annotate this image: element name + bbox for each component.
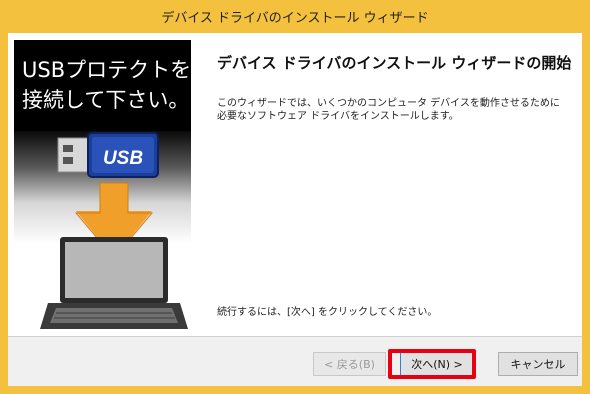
usb-label: USB	[103, 148, 143, 169]
description-line-2: 必要なソフトウェア ドライバをインストールします。	[217, 111, 459, 122]
window-title: デバイス ドライバのインストール ウィザード	[161, 11, 429, 26]
description-line-1: このウィザードでは、いくつかのコンピュータ デバイスを動作させるために	[217, 98, 560, 109]
laptop-icon	[40, 237, 188, 329]
wizard-content: USBプロテクトを 接続して下さい。 USB デバイス ドライバのインストール …	[8, 33, 582, 336]
wizard-main-panel: デバイス ドライバのインストール ウィザードの開始 このウィザードでは、いくつか…	[191, 33, 582, 336]
title-bar: デバイス ドライバのインストール ウィザード	[0, 0, 590, 33]
usb-laptop-illustration: USB	[40, 132, 188, 329]
back-button[interactable]: < 戻る(B)	[313, 352, 386, 376]
next-button[interactable]: 次へ(N) >	[400, 352, 474, 376]
usb-stick-icon: USB	[57, 132, 159, 178]
wizard-description: このウィザードでは、いくつかのコンピュータ デバイスを動作させるために 必要なソ…	[217, 97, 567, 123]
continue-instruction: 続行するには、[次へ] をクリックしてください。	[217, 307, 438, 318]
wizard-banner: USBプロテクトを 接続して下さい。 USB	[8, 33, 191, 336]
button-bar: < 戻る(B) 次へ(N) > キャンセル	[8, 336, 582, 386]
page-title: デバイス ドライバのインストール ウィザードの開始	[217, 54, 572, 72]
installer-window: デバイス ドライバのインストール ウィザード USBプロテクトを 接続して下さい…	[0, 0, 590, 394]
cancel-button[interactable]: キャンセル	[498, 352, 578, 376]
